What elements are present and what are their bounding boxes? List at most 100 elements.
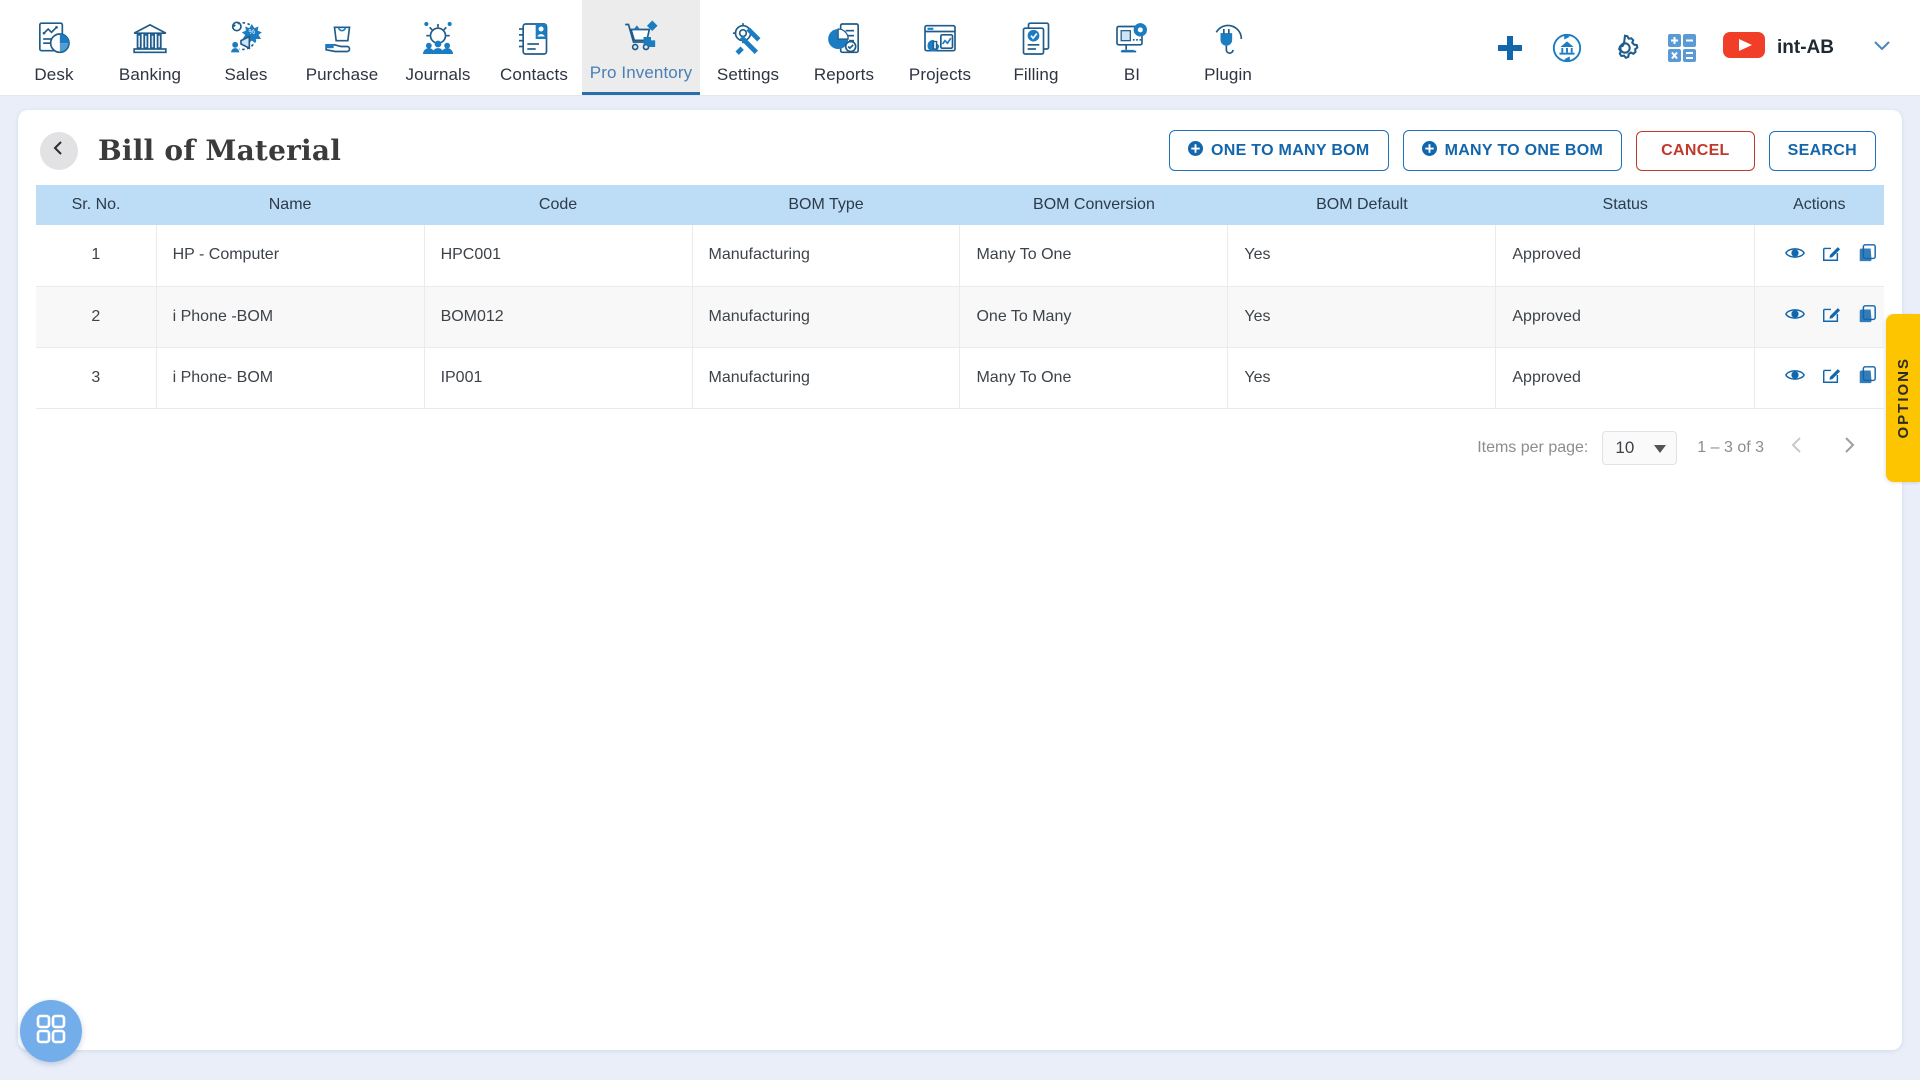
nav-item-settings[interactable]: Settings bbox=[700, 0, 796, 95]
projects-dashboard-icon bbox=[920, 17, 960, 61]
chevron-left-icon bbox=[1786, 434, 1808, 461]
edit-row-button[interactable] bbox=[1821, 243, 1841, 268]
nav-item-projects[interactable]: Projects bbox=[892, 0, 988, 95]
view-row-button[interactable] bbox=[1785, 304, 1805, 329]
contacts-book-icon bbox=[514, 17, 554, 61]
nav-item-label: Desk bbox=[34, 64, 74, 84]
bom-table-wrapper: Sr. No. Name Code BOM Type BOM Conversio… bbox=[18, 185, 1902, 409]
nav-item-bi[interactable]: BI bbox=[1084, 0, 1180, 95]
options-side-tab[interactable]: OPTIONS bbox=[1886, 314, 1920, 482]
inventory-cart-icon bbox=[621, 15, 661, 59]
items-per-page-label: Items per page: bbox=[1477, 438, 1589, 456]
svg-text:%: % bbox=[248, 27, 255, 36]
cell-status: Approved bbox=[1495, 347, 1756, 409]
next-page-button[interactable] bbox=[1830, 432, 1868, 463]
cancel-button[interactable]: CANCEL bbox=[1636, 130, 1755, 171]
column-header-bom-conversion: BOM Conversion bbox=[959, 185, 1228, 225]
plugin-plug-icon bbox=[1208, 17, 1248, 61]
many-to-one-bom-button[interactable]: MANY TO ONE BOM bbox=[1402, 130, 1623, 171]
column-header-code: Code bbox=[424, 185, 693, 225]
page-body: Bill of Material ONE TO MANY BOM MANY TO… bbox=[0, 96, 1920, 1080]
nav-item-pro-inventory[interactable]: Pro Inventory bbox=[582, 0, 700, 95]
chevron-down-icon[interactable] bbox=[1860, 33, 1894, 62]
bi-monitor-gear-icon bbox=[1112, 17, 1152, 61]
bank-sync-icon[interactable] bbox=[1551, 32, 1583, 64]
cell-status: Approved bbox=[1495, 286, 1756, 348]
cell-bom-default: Yes bbox=[1227, 225, 1497, 287]
edit-row-button[interactable] bbox=[1821, 304, 1841, 329]
cell-bom-default: Yes bbox=[1227, 286, 1497, 348]
view-row-button[interactable] bbox=[1785, 243, 1805, 268]
plus-circle-icon bbox=[1421, 141, 1437, 160]
nav-item-filling[interactable]: Filling bbox=[988, 0, 1084, 95]
cell-code: HPC001 bbox=[424, 225, 693, 287]
desk-dashboard-icon bbox=[34, 17, 74, 61]
paginator: Items per page: 10 1 – 3 of 3 bbox=[18, 409, 1902, 465]
duplicate-row-button[interactable] bbox=[1857, 243, 1877, 268]
column-header-actions: Actions bbox=[1754, 185, 1884, 225]
nav-item-contacts[interactable]: Contacts bbox=[486, 0, 582, 95]
button-label: ONE TO MANY BOM bbox=[1210, 141, 1370, 159]
back-button[interactable] bbox=[40, 131, 78, 170]
eye-icon bbox=[1785, 365, 1805, 390]
view-row-button[interactable] bbox=[1785, 365, 1805, 390]
nav-item-sales[interactable]: % Sales bbox=[198, 0, 294, 95]
previous-page-button[interactable] bbox=[1778, 432, 1816, 463]
search-button[interactable]: SEARCH bbox=[1768, 130, 1876, 171]
table-row[interactable]: 2 i Phone -BOM BOM012 Manufacturing One … bbox=[36, 286, 1884, 348]
calculator-icon[interactable] bbox=[1667, 33, 1697, 63]
nav-item-label: Settings bbox=[716, 64, 780, 84]
button-label: MANY TO ONE BOM bbox=[1444, 141, 1604, 159]
plus-icon[interactable] bbox=[1495, 33, 1525, 63]
cell-sr-no: 1 bbox=[36, 225, 157, 287]
duplicate-row-button[interactable] bbox=[1857, 365, 1877, 390]
nav-item-purchase[interactable]: Purchase bbox=[294, 0, 390, 95]
gear-icon[interactable] bbox=[1609, 32, 1641, 64]
journals-people-gear-icon bbox=[418, 17, 458, 61]
table-row[interactable]: 1 HP - Computer HPC001 Manufacturing Man… bbox=[36, 225, 1884, 287]
items-per-page-value: 10 bbox=[1615, 437, 1635, 457]
nav-item-label: Projects bbox=[908, 64, 972, 84]
nav-item-desk[interactable]: Desk bbox=[6, 0, 102, 95]
purchase-hand-bag-icon bbox=[322, 17, 362, 61]
cell-name: HP - Computer bbox=[156, 225, 425, 287]
edit-icon bbox=[1821, 365, 1841, 390]
bom-table: Sr. No. Name Code BOM Type BOM Conversio… bbox=[36, 185, 1884, 409]
account-name: int-AB bbox=[1777, 36, 1834, 58]
nav-item-label: Journals bbox=[405, 64, 471, 84]
table-head: Sr. No. Name Code BOM Type BOM Conversio… bbox=[36, 185, 1884, 225]
page-range-label: 1 – 3 of 3 bbox=[1697, 438, 1764, 456]
sales-megaphone-icon: % bbox=[226, 17, 266, 61]
options-tab-label: OPTIONS bbox=[1894, 357, 1912, 439]
items-per-page-select[interactable]: 10 bbox=[1602, 430, 1678, 465]
copy-icon bbox=[1857, 365, 1877, 390]
nav-item-label: Pro Inventory bbox=[589, 63, 693, 82]
column-header-name: Name bbox=[156, 185, 425, 225]
column-header-sr-no: Sr. No. bbox=[36, 185, 157, 225]
edit-icon bbox=[1821, 243, 1841, 268]
cell-bom-conversion: One To Many bbox=[959, 286, 1229, 348]
youtube-icon bbox=[1723, 30, 1766, 65]
cell-bom-default: Yes bbox=[1227, 347, 1497, 409]
account-menu[interactable]: int-AB bbox=[1723, 30, 1834, 65]
nav-item-banking[interactable]: Banking bbox=[102, 0, 198, 95]
cell-actions bbox=[1754, 225, 1884, 287]
nav-items: Desk Banking % Sales Purchase Journals C… bbox=[6, 0, 1276, 95]
header-actions: ONE TO MANY BOM MANY TO ONE BOM CANCEL S… bbox=[1168, 130, 1876, 171]
nav-item-reports[interactable]: Reports bbox=[796, 0, 892, 95]
cell-bom-conversion: Many To One bbox=[959, 225, 1229, 287]
edit-row-button[interactable] bbox=[1821, 365, 1841, 390]
nav-item-plugin[interactable]: Plugin bbox=[1180, 0, 1276, 95]
chevron-left-icon bbox=[50, 139, 68, 162]
nav-item-journals[interactable]: Journals bbox=[390, 0, 486, 95]
one-to-many-bom-button[interactable]: ONE TO MANY BOM bbox=[1168, 130, 1389, 171]
table-row[interactable]: 3 i Phone- BOM IP001 Manufacturing Many … bbox=[36, 347, 1884, 409]
button-label: SEARCH bbox=[1787, 141, 1857, 159]
duplicate-row-button[interactable] bbox=[1857, 304, 1877, 329]
column-header-status: Status bbox=[1495, 185, 1755, 225]
nav-item-label: BI bbox=[1123, 64, 1141, 84]
cell-bom-conversion: Many To One bbox=[959, 347, 1229, 409]
apps-launcher-button[interactable] bbox=[20, 1000, 82, 1062]
filling-documents-icon bbox=[1016, 17, 1056, 61]
column-header-bom-default: BOM Default bbox=[1227, 185, 1496, 225]
